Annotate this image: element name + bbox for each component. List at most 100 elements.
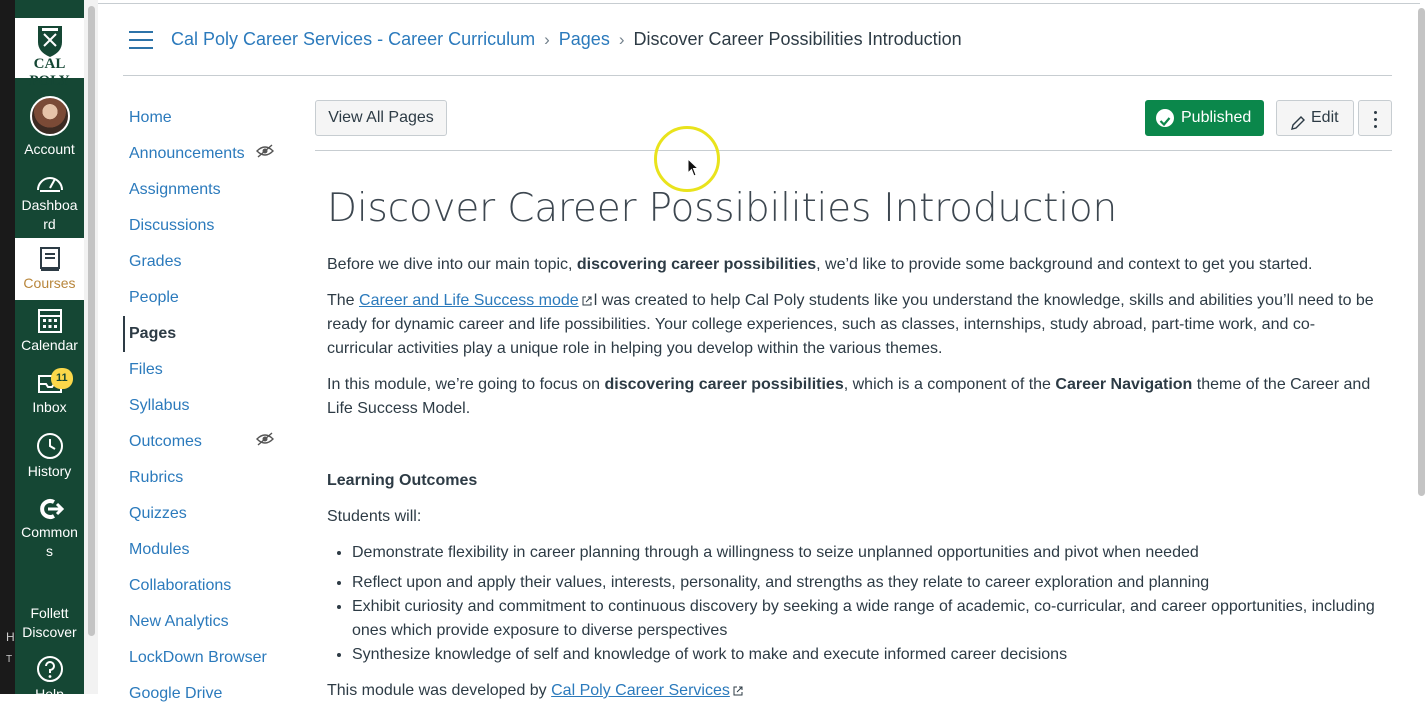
course-nav-files[interactable]: Files — [123, 352, 293, 388]
hidden-eye-icon — [256, 136, 274, 172]
course-menu-toggle[interactable] — [129, 31, 153, 49]
list-item: Reflect upon and apply their values, int… — [352, 571, 1377, 595]
nav-help-label: Help — [35, 686, 64, 702]
inbox-badge: 11 — [51, 368, 73, 389]
course-nav-label: New Analytics — [129, 613, 229, 630]
published-label: Published — [1181, 109, 1252, 126]
top-border — [98, 3, 1420, 4]
logo-wordmark: CAL POLY — [29, 56, 70, 89]
nav-calendar[interactable]: Calendar — [15, 306, 84, 355]
course-nav-pages[interactable]: Pages — [123, 316, 293, 352]
more-options-button[interactable] — [1358, 100, 1392, 136]
nav-dashboard-label: Dashboard — [21, 197, 78, 232]
course-nav-quizzes[interactable]: Quizzes — [123, 496, 293, 532]
nav-follett-discover[interactable]: Follett Discover — [15, 604, 84, 642]
breadcrumb-course[interactable]: Cal Poly Career Services - Career Curric… — [171, 29, 535, 49]
dashboard-icon — [36, 177, 63, 192]
nav-inbox-label: Inbox — [32, 399, 67, 415]
breadcrumb-separator-icon: › — [544, 30, 550, 49]
external-link-icon — [733, 686, 743, 696]
course-nav-label: Syllabus — [129, 397, 190, 414]
course-nav-label: LockDown Browser — [129, 649, 267, 666]
nav-calendar-label: Calendar — [21, 337, 78, 353]
course-nav-label: Collaborations — [129, 577, 232, 594]
page-scrollbar[interactable] — [1418, 8, 1425, 496]
outcomes-list: Demonstrate flexibility in career planni… — [327, 541, 1377, 667]
nav-inbox[interactable]: 11 Inbox — [15, 368, 84, 417]
course-nav-label: Assignments — [129, 181, 221, 198]
nav-history[interactable]: History — [15, 432, 84, 481]
course-nav-syllabus[interactable]: Syllabus — [123, 388, 293, 424]
students-will-text: Students will: — [327, 508, 422, 525]
list-item: Demonstrate flexibility in career planni… — [352, 541, 1377, 565]
history-icon — [36, 433, 63, 459]
module-focus-paragraph: In this module, we’re going to focus on … — [327, 376, 1371, 417]
course-nav-label: Files — [129, 361, 163, 378]
nav-courses-label: Courses — [23, 275, 76, 291]
course-nav-label: People — [129, 289, 179, 306]
learning-outcomes-heading: Learning Outcomes — [327, 472, 478, 489]
breadcrumb-pages[interactable]: Pages — [559, 29, 610, 49]
kebab-menu-icon — [1359, 101, 1391, 128]
course-navigation: Home Announcements Assignments Discussio… — [123, 100, 293, 712]
nav-account[interactable]: Account — [15, 96, 84, 159]
edit-label: Edit — [1311, 109, 1339, 126]
course-nav-label: Discussions — [129, 217, 215, 234]
edge-fragment: H — [6, 630, 15, 644]
course-nav-announcements[interactable]: Announcements — [123, 136, 293, 172]
career-life-success-link[interactable]: Career and Life Success mode — [359, 292, 579, 309]
nav-courses[interactable]: Courses — [15, 238, 84, 300]
course-nav-discussions[interactable]: Discussions — [123, 208, 293, 244]
left-window-edge: H T — [0, 0, 15, 694]
calendar-icon — [37, 309, 62, 333]
nav-commons[interactable]: Commons — [15, 497, 84, 561]
published-button[interactable]: Published — [1145, 100, 1264, 136]
commons-icon — [39, 499, 64, 519]
course-nav-lockdown-browser[interactable]: LockDown Browser — [123, 640, 293, 676]
course-nav-outcomes[interactable]: Outcomes — [123, 424, 293, 460]
course-nav-modules[interactable]: Modules — [123, 532, 293, 568]
course-nav-assignments[interactable]: Assignments — [123, 172, 293, 208]
pencil-icon — [1290, 110, 1306, 144]
course-nav-label: Modules — [129, 541, 190, 558]
course-nav-people[interactable]: People — [123, 280, 293, 316]
nav-follett-label: Follett Discover — [22, 605, 77, 640]
edge-fragment: T — [6, 654, 13, 665]
nav-help[interactable]: Help — [15, 655, 84, 704]
career-services-link[interactable]: Cal Poly Career Services — [551, 682, 730, 699]
nav-scrollbar[interactable] — [88, 6, 95, 636]
hidden-eye-icon — [256, 424, 274, 460]
toolbar-divider — [315, 150, 1392, 151]
course-nav-google-drive[interactable]: Google Drive — [123, 676, 293, 712]
view-all-pages-button[interactable]: View All Pages — [315, 100, 447, 136]
breadcrumb-current: Discover Career Possibilities Introducti… — [633, 29, 962, 49]
page-title: Discover Career Possibilities Introducti… — [327, 186, 1118, 231]
course-nav-label: Outcomes — [129, 433, 202, 450]
breadcrumb-separator-icon: › — [618, 30, 625, 49]
course-nav-label: Quizzes — [129, 505, 187, 522]
model-paragraph: The Career and Life Success mode l was cr… — [327, 292, 1374, 357]
course-nav-new-analytics[interactable]: New Analytics — [123, 604, 293, 640]
course-nav-rubrics[interactable]: Rubrics — [123, 460, 293, 496]
edit-button[interactable]: Edit — [1276, 100, 1354, 136]
nav-history-label: History — [27, 463, 72, 479]
header-divider — [123, 75, 1392, 76]
external-link-icon — [582, 296, 592, 306]
nav-commons-label: Commons — [21, 524, 78, 559]
page-content: Discover Career Possibilities Introducti… — [327, 185, 1377, 715]
course-nav-label: Home — [129, 109, 172, 126]
global-navigation: CAL POLY Account Dashboard Courses Calen… — [15, 0, 84, 702]
course-nav-label: Grades — [129, 253, 182, 270]
course-nav-label: Pages — [129, 325, 177, 342]
nav-dashboard[interactable]: Dashboard — [15, 170, 84, 234]
course-nav-collaborations[interactable]: Collaborations — [123, 568, 293, 604]
course-nav-label: Rubrics — [129, 469, 184, 486]
avatar — [29, 96, 70, 136]
mouse-pointer-icon — [687, 158, 700, 177]
cal-poly-logo[interactable]: CAL POLY — [15, 18, 84, 89]
list-item: Exhibit curiosity and commitment to cont… — [352, 595, 1377, 643]
course-nav-grades[interactable]: Grades — [123, 244, 293, 280]
nav-account-label: Account — [24, 141, 75, 157]
breadcrumb: Cal Poly Career Services - Career Curric… — [171, 29, 962, 50]
course-nav-home[interactable]: Home — [123, 100, 293, 136]
